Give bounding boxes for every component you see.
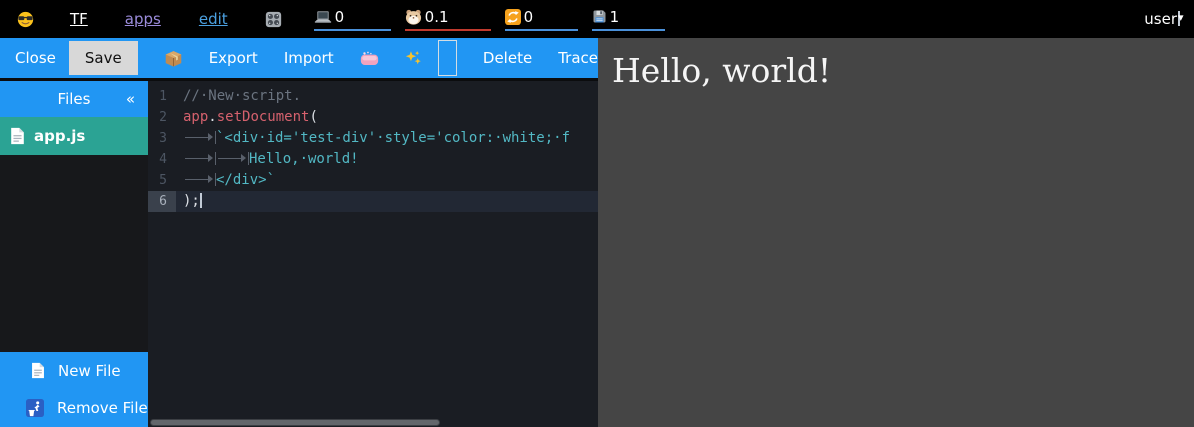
line-code: Hello,·world! <box>176 149 359 170</box>
new-file-button[interactable]: New File <box>0 352 148 390</box>
remove-file-icon <box>26 399 44 417</box>
line-number: 1 <box>148 86 176 107</box>
control-knobs-icon[interactable] <box>265 11 282 28</box>
edit-link[interactable]: edit <box>199 10 228 28</box>
file-list-item-appjs[interactable]: app.js <box>0 117 148 155</box>
file-actions-panel: New File <box>0 352 148 427</box>
floppy-stat-value: 1 <box>610 8 620 26</box>
remove-file-button[interactable]: Remove File <box>0 390 148 427</box>
line-code: //·New·script. <box>176 86 301 107</box>
code-token: Hello,·world! <box>249 151 359 167</box>
top-bar: TF apps edit <box>0 0 1194 38</box>
collapse-sidebar-button[interactable]: « <box>126 90 135 108</box>
package-icon[interactable] <box>164 49 183 67</box>
line-number: 2 <box>148 107 176 128</box>
new-file-label: New File <box>58 362 121 380</box>
preview-pane: Hello, world! <box>598 38 1194 427</box>
soap-icon[interactable] <box>360 51 379 66</box>
line-code: </div>` <box>176 170 275 191</box>
line-code: `<div·id='test-div'·style='color:·white;… <box>176 128 570 149</box>
laptop-stat-value: 0 <box>335 8 345 26</box>
chevron-down-icon: ▾ <box>1178 11 1180 26</box>
code-line[interactable]: 4 Hello,·world! <box>148 149 598 170</box>
line-number: 6 <box>148 191 176 212</box>
code-token: . <box>208 109 216 125</box>
line-number: 5 <box>148 170 176 191</box>
code-line[interactable]: 1 //·New·script. <box>148 86 598 107</box>
refresh-stat-value: 0 <box>524 8 534 26</box>
tab-arrow-icon <box>183 131 216 144</box>
close-button[interactable]: Close <box>15 49 56 67</box>
floppy-icon <box>592 9 607 24</box>
code-token: //·New·script. <box>183 88 301 104</box>
hamster-stat[interactable]: 0.1 <box>405 8 491 31</box>
blank-button[interactable] <box>438 40 457 76</box>
save-button[interactable]: Save <box>69 41 138 75</box>
tab-arrow-icon <box>216 152 249 165</box>
app-screen: TF apps edit <box>0 0 1194 427</box>
code-token: </div>` <box>216 172 275 188</box>
new-file-icon <box>31 362 45 379</box>
files-panel-header: Files « <box>0 81 148 117</box>
workspace: Files « app.js <box>0 78 598 427</box>
export-button[interactable]: Export <box>209 49 258 67</box>
line-number: 3 <box>148 128 176 149</box>
code-token: ); <box>183 193 200 209</box>
laptop-icon <box>314 10 332 24</box>
text-cursor <box>200 193 202 208</box>
code-editor[interactable]: 1//·New·script.2app.setDocument(3`<div·i… <box>148 81 598 427</box>
sunglasses-face-icon[interactable] <box>17 11 34 28</box>
remove-file-label: Remove File <box>57 399 148 417</box>
laptop-stat[interactable]: 0 <box>314 8 391 31</box>
hamster-stat-value: 0.1 <box>425 8 449 26</box>
delete-button[interactable]: Delete <box>483 49 532 67</box>
code-token: setDocument <box>217 109 310 125</box>
line-code: ); <box>176 191 202 212</box>
user-menu[interactable]: user ▾ <box>1144 10 1180 28</box>
tab-arrow-icon <box>183 173 216 186</box>
code-token: ( <box>309 109 317 125</box>
floppy-stat[interactable]: 1 <box>592 8 665 31</box>
refresh-icon <box>505 9 521 25</box>
tab-arrow-icon <box>183 152 216 165</box>
code-line[interactable]: 6); <box>148 191 598 212</box>
code-line[interactable]: 3 `<div·id='test-div'·style='color:·white… <box>148 128 598 149</box>
document-icon <box>10 127 25 145</box>
sparkles-icon[interactable] <box>405 50 422 67</box>
line-number: 4 <box>148 149 176 170</box>
tf-link[interactable]: TF <box>70 10 88 28</box>
line-code: app.setDocument( <box>176 107 318 128</box>
user-menu-label: user <box>1144 10 1177 28</box>
apps-link[interactable]: apps <box>125 10 161 28</box>
code-line[interactable]: 5 </div>` <box>148 170 598 191</box>
preview-heading: Hello, world! <box>612 51 1194 90</box>
code-token: `<div·id='test-div'·style='color:·white;… <box>216 130 570 146</box>
sidebar-empty-area <box>0 155 148 352</box>
sidebar: Files « app.js <box>0 81 148 427</box>
code-line[interactable]: 2app.setDocument( <box>148 107 598 128</box>
refresh-stat[interactable]: 0 <box>505 8 578 31</box>
status-counters: 0 0.1 <box>314 8 665 31</box>
trace-button[interactable]: Trace <box>558 49 598 67</box>
code-area: 1//·New·script.2app.setDocument(3`<div·i… <box>148 86 598 212</box>
horizontal-scrollbar[interactable] <box>151 420 439 425</box>
code-token: app <box>183 109 208 125</box>
hamster-icon <box>405 9 422 25</box>
toolbar: Close Save Export Import <box>0 38 598 78</box>
editor-app: Close Save Export Import <box>0 38 598 427</box>
file-name: app.js <box>34 127 85 145</box>
import-button[interactable]: Import <box>284 49 334 67</box>
files-panel-title: Files <box>58 90 91 108</box>
